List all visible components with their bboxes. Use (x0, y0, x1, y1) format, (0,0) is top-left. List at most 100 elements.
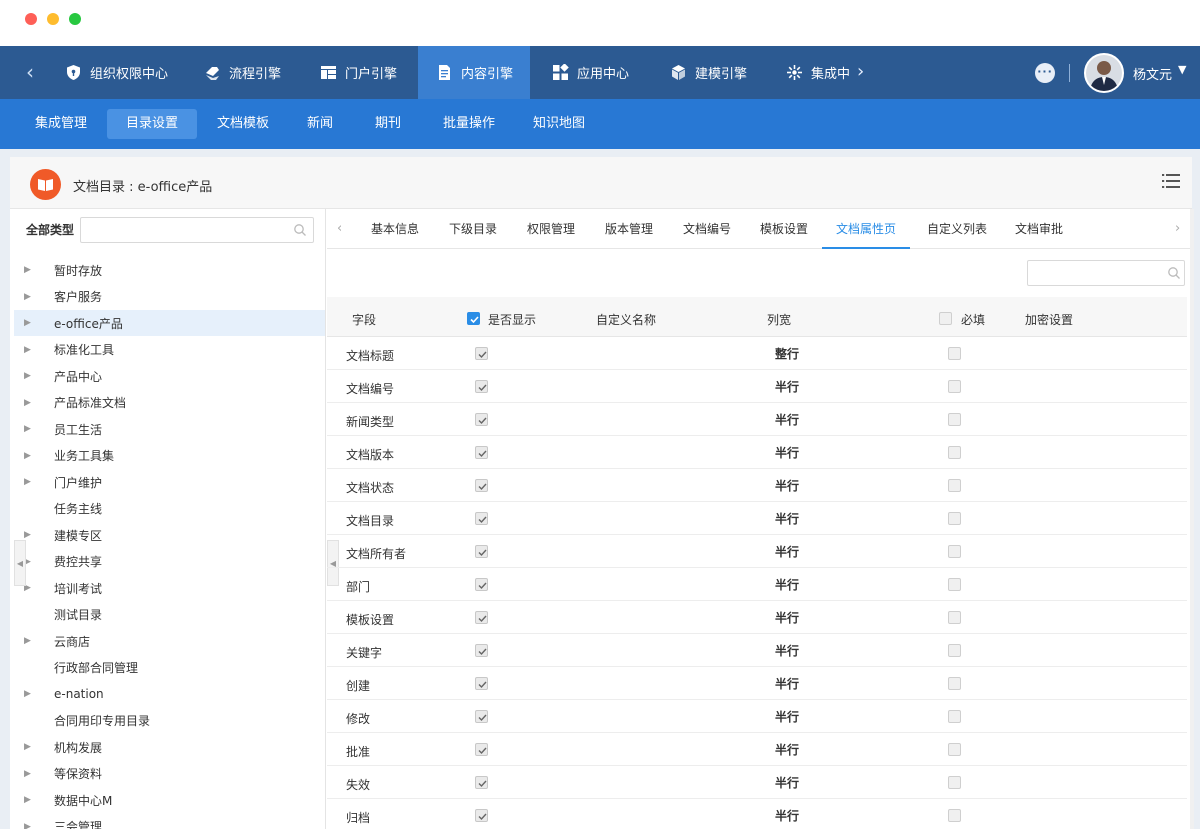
tree-item[interactable]: ▶ 三会管理 (14, 814, 325, 829)
column-width-value[interactable]: 半行 (775, 510, 799, 527)
show-checkbox[interactable] (475, 512, 488, 525)
tree-item[interactable]: ▶ 建模专区 (14, 522, 325, 548)
column-width-value[interactable]: 半行 (775, 411, 799, 428)
show-checkbox[interactable] (475, 479, 488, 492)
tab-doc-number[interactable]: 文档编号 (683, 209, 731, 249)
tab-doc-approval[interactable]: 文档审批 (1015, 209, 1063, 249)
tab-prev-icon[interactable]: ‹ (337, 221, 342, 236)
tree-item[interactable]: ▶ 暂时存放 (14, 257, 325, 283)
required-checkbox[interactable] (948, 644, 961, 657)
avatar[interactable] (1084, 53, 1124, 93)
column-width-value[interactable]: 半行 (775, 378, 799, 395)
required-checkbox[interactable] (948, 776, 961, 789)
required-checkbox[interactable] (948, 446, 961, 459)
required-checkbox[interactable] (948, 380, 961, 393)
show-checkbox[interactable] (475, 578, 488, 591)
scrollbar[interactable] (1190, 209, 1194, 829)
column-width-value[interactable]: 半行 (775, 444, 799, 461)
caret-right-icon[interactable]: ▶ (24, 345, 38, 355)
close-window-button[interactable] (25, 13, 37, 25)
tree-item[interactable]: ▶ 云商店 (14, 628, 325, 654)
column-width-value[interactable]: 整行 (775, 345, 799, 362)
show-checkbox[interactable] (475, 611, 488, 624)
caret-right-icon[interactable]: ▶ (24, 583, 38, 593)
nav-back-icon[interactable]: ‹ (18, 60, 42, 84)
required-checkbox[interactable] (948, 611, 961, 624)
tree-item[interactable]: ▶ 门户维护 (14, 469, 325, 495)
tree-item[interactable]: ▶测试目录 (14, 602, 325, 628)
required-checkbox[interactable] (948, 578, 961, 591)
show-checkbox[interactable] (475, 776, 488, 789)
caret-right-icon[interactable]: ▶ (24, 371, 38, 381)
tree-item[interactable]: ▶ e-nation (14, 681, 325, 707)
subnav-journal[interactable]: 期刊 (356, 109, 420, 139)
show-checkbox[interactable] (475, 380, 488, 393)
tree-item[interactable]: ▶ 业务工具集 (14, 443, 325, 469)
required-checkbox[interactable] (948, 677, 961, 690)
caret-right-icon[interactable]: ▶ (24, 769, 38, 779)
caret-right-icon[interactable]: ▶ (24, 689, 38, 699)
more-dots-icon[interactable]: ··· (1035, 63, 1055, 83)
column-width-value[interactable]: 半行 (775, 708, 799, 725)
user-name[interactable]: 杨文元 (1133, 64, 1172, 83)
show-checkbox[interactable] (475, 446, 488, 459)
tab-template-settings[interactable]: 模板设置 (760, 209, 808, 249)
tab-permission[interactable]: 权限管理 (527, 209, 575, 249)
show-checkbox[interactable] (475, 413, 488, 426)
left-collapse-handle[interactable]: ◀ (14, 540, 26, 586)
tree-item[interactable]: ▶ 标准化工具 (14, 337, 325, 363)
column-width-value[interactable]: 半行 (775, 675, 799, 692)
list-menu-icon[interactable] (1162, 173, 1180, 189)
required-checkbox[interactable] (948, 710, 961, 723)
tab-custom-list[interactable]: 自定义列表 (927, 209, 987, 249)
subnav-batch-ops[interactable]: 批量操作 (424, 109, 514, 139)
tree-item[interactable]: ▶ 等保资料 (14, 761, 325, 787)
required-checkbox[interactable] (948, 347, 961, 360)
show-checkbox[interactable] (475, 710, 488, 723)
nav-item-portal[interactable]: 门户引擎 (302, 46, 415, 99)
tab-sub-catalog[interactable]: 下级目录 (449, 209, 497, 249)
tree-item[interactable]: ▶ 客户服务 (14, 284, 325, 310)
nav-item-org-permission[interactable]: 组织权限中心 (47, 46, 186, 99)
tab-version[interactable]: 版本管理 (605, 209, 653, 249)
tab-next-icon[interactable]: › (1175, 221, 1180, 236)
column-width-value[interactable]: 半行 (775, 609, 799, 626)
column-width-value[interactable]: 半行 (775, 576, 799, 593)
field-search-input[interactable] (1027, 260, 1185, 286)
column-width-value[interactable]: 半行 (775, 543, 799, 560)
column-width-value[interactable]: 半行 (775, 642, 799, 659)
tree-item[interactable]: ▶ 员工生活 (14, 416, 325, 442)
required-checkbox[interactable] (948, 809, 961, 822)
tree-search-input[interactable] (80, 217, 314, 243)
tree-item[interactable]: ▶ 培训考试 (14, 575, 325, 601)
caret-right-icon[interactable]: ▶ (24, 424, 38, 434)
required-checkbox[interactable] (948, 512, 961, 525)
caret-right-icon[interactable]: ▶ (24, 451, 38, 461)
minimize-window-button[interactable] (47, 13, 59, 25)
caret-right-icon[interactable]: ▶ (24, 398, 38, 408)
tree-item[interactable]: ▶ 产品标准文档 (14, 390, 325, 416)
maximize-window-button[interactable] (69, 13, 81, 25)
tree-item[interactable]: ▶ 产品中心 (14, 363, 325, 389)
required-checkbox[interactable] (948, 413, 961, 426)
tree-item[interactable]: ▶ 数据中心M (14, 787, 325, 813)
column-width-value[interactable]: 半行 (775, 807, 799, 824)
tree-item[interactable]: ▶行政部合同管理 (14, 655, 325, 681)
tab-doc-properties[interactable]: 文档属性页 (822, 209, 910, 249)
caret-right-icon[interactable]: ▶ (24, 636, 38, 646)
column-width-value[interactable]: 半行 (775, 477, 799, 494)
header-required-checkbox[interactable] (939, 312, 952, 325)
show-checkbox[interactable] (475, 347, 488, 360)
nav-item-workflow[interactable]: 流程引擎 (186, 46, 299, 99)
caret-right-icon[interactable]: ▶ (24, 795, 38, 805)
nav-item-integration[interactable]: 集成中 (768, 46, 868, 99)
nav-item-content-engine[interactable]: 内容引擎 (418, 46, 530, 99)
search-icon[interactable] (1167, 266, 1181, 280)
nav-item-modeling[interactable]: 建模引擎 (652, 46, 765, 99)
required-checkbox[interactable] (948, 743, 961, 756)
subnav-knowledge-map[interactable]: 知识地图 (514, 109, 604, 139)
nav-item-app-center[interactable]: 应用中心 (534, 46, 647, 99)
tab-basic-info[interactable]: 基本信息 (371, 209, 419, 249)
chevron-down-icon[interactable]: ▼ (1178, 63, 1186, 76)
tree-item[interactable]: ▶合同用印专用目录 (14, 708, 325, 734)
